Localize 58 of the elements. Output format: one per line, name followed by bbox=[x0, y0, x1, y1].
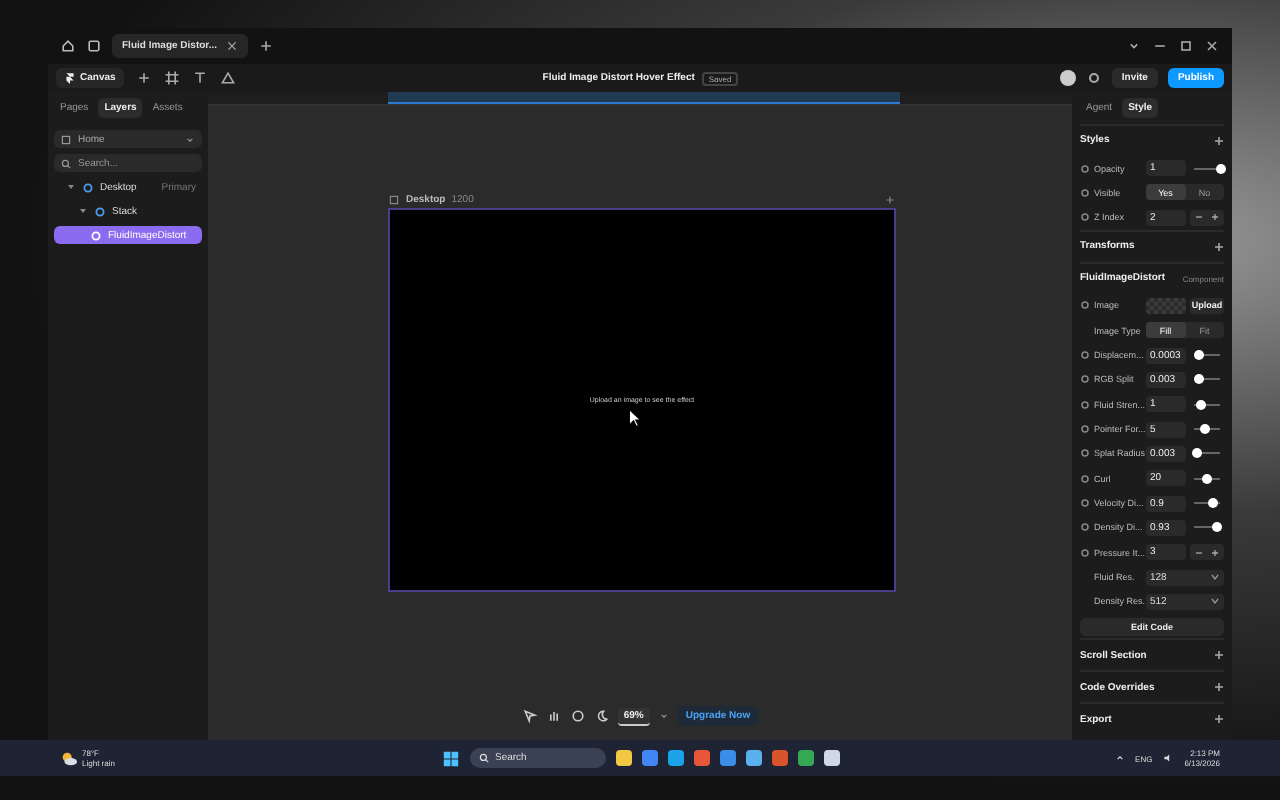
taskbar-app-icon[interactable] bbox=[615, 750, 631, 766]
caret-icon bbox=[78, 206, 88, 216]
search-icon bbox=[60, 157, 72, 169]
taskbar-app-icon[interactable] bbox=[719, 750, 735, 766]
moon-icon[interactable] bbox=[593, 708, 610, 724]
plus-icon[interactable] bbox=[1210, 547, 1221, 558]
taskbar-app-icon[interactable] bbox=[641, 750, 657, 766]
plus-icon[interactable] bbox=[884, 193, 896, 205]
caret-icon bbox=[66, 182, 76, 192]
slider-thumb[interactable] bbox=[1192, 448, 1203, 459]
plus-icon[interactable] bbox=[1214, 714, 1224, 725]
plus-icon[interactable] bbox=[1214, 682, 1224, 693]
stepper[interactable] bbox=[1190, 544, 1224, 561]
home-icon[interactable] bbox=[60, 38, 76, 54]
page-icon bbox=[60, 133, 72, 145]
triangle-icon[interactable] bbox=[219, 70, 236, 86]
pointer-tool-icon[interactable] bbox=[521, 708, 538, 724]
slider-thumb[interactable] bbox=[1199, 424, 1210, 435]
speaker-icon[interactable] bbox=[1162, 752, 1175, 764]
avatar[interactable] bbox=[1059, 70, 1076, 86]
taskbar-app-icon[interactable] bbox=[823, 750, 839, 766]
chevron-down-icon bbox=[1210, 572, 1220, 583]
chevron-down-icon bbox=[184, 133, 196, 145]
slider-thumb[interactable] bbox=[1211, 522, 1222, 533]
minus-icon[interactable] bbox=[1193, 547, 1204, 558]
slider-thumb[interactable] bbox=[1196, 399, 1207, 410]
logo-icon bbox=[64, 72, 76, 84]
chevron-down-icon[interactable] bbox=[657, 710, 670, 722]
plus-icon[interactable] bbox=[1214, 241, 1224, 252]
slider-thumb[interactable] bbox=[1194, 350, 1205, 361]
pointer-icon bbox=[628, 408, 642, 428]
minus-icon[interactable] bbox=[1193, 212, 1204, 223]
restore-icon[interactable] bbox=[1178, 38, 1194, 54]
file-icon[interactable] bbox=[86, 38, 102, 54]
windows-icon[interactable] bbox=[441, 749, 459, 767]
slider-thumb[interactable] bbox=[1201, 473, 1212, 484]
plus-icon[interactable] bbox=[1210, 212, 1221, 223]
close-icon[interactable] bbox=[1204, 38, 1220, 54]
slider-thumb[interactable] bbox=[1194, 374, 1205, 385]
frame-icon bbox=[388, 193, 400, 205]
close-icon[interactable] bbox=[225, 40, 238, 52]
chevron-down-icon[interactable] bbox=[1126, 38, 1142, 54]
slider-thumb[interactable] bbox=[1215, 163, 1225, 174]
plus-icon[interactable] bbox=[1214, 135, 1224, 146]
taskbar-app-icon[interactable] bbox=[745, 750, 761, 766]
text-icon[interactable] bbox=[191, 70, 208, 86]
weather-icon bbox=[60, 749, 78, 767]
frame-icon[interactable] bbox=[163, 70, 180, 86]
chevron-up-icon[interactable] bbox=[1113, 752, 1126, 764]
slider-thumb[interactable] bbox=[1208, 498, 1219, 509]
taskbar-app-icon[interactable] bbox=[667, 750, 683, 766]
chevron-down-icon bbox=[1210, 596, 1220, 607]
stepper[interactable] bbox=[1190, 209, 1224, 226]
search-icon bbox=[477, 752, 489, 764]
plus-icon[interactable] bbox=[135, 70, 152, 86]
plus-icon[interactable] bbox=[257, 38, 274, 54]
taskbar-app-icon[interactable] bbox=[797, 750, 813, 766]
plus-icon[interactable] bbox=[1214, 650, 1224, 661]
